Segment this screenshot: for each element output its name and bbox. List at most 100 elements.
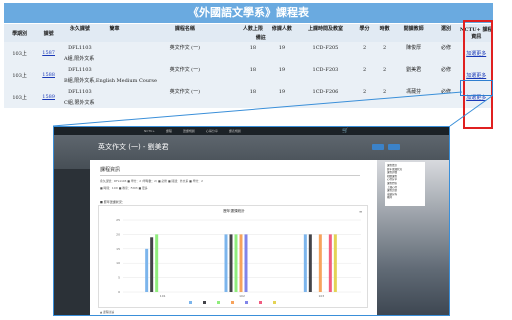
col-header-type: 選別 bbox=[432, 24, 460, 33]
chart-bar[interactable] bbox=[239, 234, 243, 292]
cell-limit: 18 bbox=[238, 64, 268, 75]
nctu-column-highlight bbox=[463, 20, 493, 129]
x-tick-label: 102 bbox=[239, 294, 245, 298]
col-header-term: 學期別 bbox=[4, 24, 36, 42]
discussion-link[interactable]: ▲ 課程討論 bbox=[100, 310, 114, 314]
cell-hours: 2 bbox=[374, 64, 395, 75]
cell-type: 必修 bbox=[432, 64, 460, 75]
cell-time-room: 1CD-F203 bbox=[296, 64, 355, 75]
y-tick-label: 25 bbox=[116, 218, 120, 222]
cell-brochure bbox=[97, 64, 132, 75]
cell-brochure bbox=[97, 42, 132, 53]
share-button[interactable] bbox=[372, 144, 384, 150]
enrollment-chart: 歷年選課統計 ≡ 0 5 10 15 20 25 101 102 103 bbox=[98, 205, 368, 308]
course-title: 英文作文 (一) - 劉美君 bbox=[98, 143, 169, 151]
cell-perm-no: DFL1103 bbox=[62, 64, 98, 75]
chart-bar[interactable] bbox=[244, 234, 248, 292]
table-row: 103上 1588 DFL1103 英文作文 (一) 18 19 1CD-F20… bbox=[4, 64, 493, 86]
chart-bar[interactable] bbox=[308, 234, 312, 292]
cell-brochure bbox=[97, 86, 132, 97]
cart-icon[interactable]: 🛒 bbox=[342, 127, 348, 135]
cell-perm-no: DFL1103 bbox=[62, 86, 98, 97]
cell-memo: A組,限外文系 bbox=[62, 53, 460, 64]
y-tick-label: 15 bbox=[116, 247, 120, 251]
x-tick-label: 103 bbox=[318, 294, 324, 298]
chart-bar[interactable] bbox=[150, 237, 154, 292]
table-row: 103上 1589 DFL1103 英文作文 (一) 18 19 1CD-F20… bbox=[4, 86, 493, 108]
cell-hours: 2 bbox=[374, 86, 395, 97]
cell-term: 103上 bbox=[4, 64, 36, 86]
chart-bar[interactable] bbox=[234, 234, 238, 292]
cell-term: 103上 bbox=[4, 86, 36, 108]
col-header-hours: 時數 bbox=[374, 24, 395, 33]
chart-bar[interactable] bbox=[328, 234, 332, 292]
sidebar-menu: 課程資訊 歷年選課狀況 課程評價 相關課程 心得分享 課程問答 上課心得 課程討論 成績分佈 教師 bbox=[385, 162, 425, 206]
legend-swatch[interactable] bbox=[231, 301, 234, 304]
chart-bar[interactable] bbox=[145, 248, 149, 292]
cell-teacher: 劉美君 bbox=[394, 64, 433, 75]
sidebar-item[interactable]: 教師 bbox=[387, 196, 423, 200]
col-header-brochure: 簡章 bbox=[97, 24, 132, 33]
course-no-link[interactable]: 1587 bbox=[35, 42, 63, 64]
cell-limit: 18 bbox=[238, 86, 268, 97]
y-tick-label: 0 bbox=[118, 290, 120, 294]
cell-course-name: 英文作文 (一) bbox=[131, 64, 239, 75]
legend-swatch[interactable] bbox=[189, 301, 192, 304]
cell-memo: B組,限外文系,English Medium Course bbox=[62, 75, 460, 86]
table-header-row: 學期別 課號 永久課號 簡章 課程名稱 人數上限 修課人數 上課時間及教室 學分… bbox=[4, 24, 493, 42]
course-no-link[interactable]: 1589 bbox=[35, 86, 63, 108]
cell-enrolled: 19 bbox=[267, 64, 297, 75]
history-section-label: ■ 歷年選課狀況： bbox=[100, 200, 125, 204]
selected-link-highlight bbox=[460, 80, 493, 96]
nav-item-reviews[interactable]: 心得分享 bbox=[206, 129, 218, 133]
col-header-course-no: 課號 bbox=[35, 24, 63, 42]
cell-term: 103上 bbox=[4, 42, 36, 64]
col-header-teacher: 開課教師 bbox=[394, 24, 433, 33]
nav-item-courses[interactable]: 課程 bbox=[166, 129, 172, 133]
cell-type: 必修 bbox=[432, 86, 460, 97]
chart-menu-icon[interactable]: ≡ bbox=[359, 209, 362, 214]
cell-credits: 2 bbox=[354, 42, 375, 53]
legend-swatch[interactable] bbox=[273, 301, 276, 304]
col-header-course-name: 課程名稱 bbox=[131, 24, 239, 33]
course-sidebar: 課程資訊 歷年選課狀況 課程評價 相關課程 心得分享 課程問答 上課心得 課程討論 成績分佈 教師 bbox=[377, 160, 449, 315]
cell-memo: C組,限外文系 bbox=[62, 97, 460, 108]
y-tick-label: 10 bbox=[116, 261, 120, 265]
course-info-card: 課程資訊 永久課號：DFL1103 ■ 學分：2 (學時數：2) ■ 必修 ■ … bbox=[90, 160, 377, 315]
col-header-memo: 備註 bbox=[62, 33, 460, 42]
card-heading: 課程資訊 bbox=[100, 167, 121, 173]
cell-credits: 2 bbox=[354, 64, 375, 75]
legend-swatch[interactable] bbox=[245, 301, 248, 304]
nav-item-timetable[interactable]: 課表規劃 bbox=[229, 129, 241, 133]
col-header-enrolled: 修課人數 bbox=[267, 24, 297, 33]
cell-perm-no: DFL1103 bbox=[62, 42, 98, 53]
nav-item-planning[interactable]: 選課規劃 bbox=[183, 129, 195, 133]
legend-swatch[interactable] bbox=[259, 301, 262, 304]
y-tick-label: 20 bbox=[116, 232, 120, 236]
legend-swatch[interactable] bbox=[203, 301, 206, 304]
legend-swatch[interactable] bbox=[217, 301, 220, 304]
site-navbar: NCTU+ 課程 選課規劃 心得分享 課表規劃 🛒 bbox=[54, 127, 449, 135]
chart-title: 歷年選課統計 bbox=[223, 209, 245, 213]
table-row-memo: A組,限外文系 bbox=[4, 53, 493, 64]
cell-course-name: 英文作文 (一) bbox=[131, 86, 239, 97]
chart-bar[interactable] bbox=[333, 234, 337, 292]
memo-header-row: 備註 bbox=[4, 33, 493, 42]
follow-button[interactable] bbox=[388, 144, 400, 150]
chart-bar[interactable] bbox=[229, 234, 233, 292]
cell-time-room: 1CD-F205 bbox=[296, 42, 355, 53]
nav-item-brand[interactable]: NCTU+ bbox=[144, 129, 155, 133]
x-tick-label: 101 bbox=[160, 294, 166, 298]
chart-bar[interactable] bbox=[155, 234, 159, 292]
cell-enrolled: 19 bbox=[267, 42, 297, 53]
col-header-limit: 人數上限 bbox=[238, 24, 268, 33]
table-row-memo: C組,限外文系 bbox=[4, 97, 493, 108]
col-header-time-room: 上課時間及教室 bbox=[296, 24, 355, 33]
cell-course-name: 英文作文 (一) bbox=[131, 42, 239, 53]
chart-bar[interactable] bbox=[224, 234, 228, 292]
course-no-link[interactable]: 1588 bbox=[35, 64, 63, 86]
chart-bar[interactable] bbox=[303, 234, 307, 292]
course-meta-line-2: ■ 時間：1CD ■ 教室：F203 ■ 更多 bbox=[100, 186, 148, 190]
cell-credits: 2 bbox=[354, 86, 375, 97]
chart-bar[interactable] bbox=[318, 234, 322, 292]
